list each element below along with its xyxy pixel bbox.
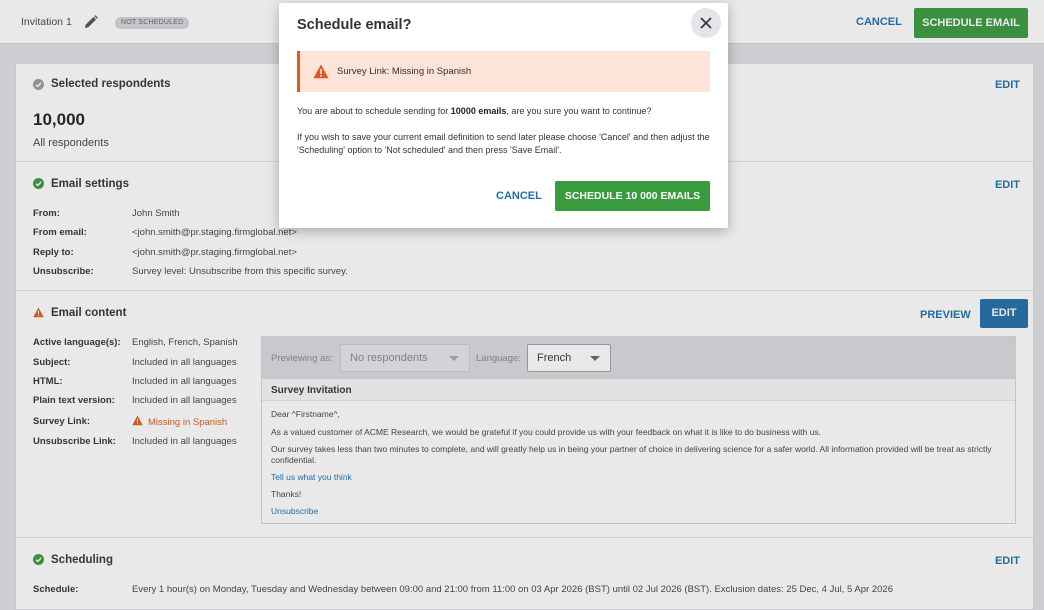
alert-message: Survey Link: Missing in Spanish — [337, 66, 472, 77]
close-icon — [700, 17, 712, 29]
message-part: , are you sure you want to continue? — [506, 106, 652, 116]
message-part: You are about to schedule sending for — [297, 106, 451, 116]
schedule-emails-button[interactable]: SCHEDULE 10 000 EMAILS — [555, 181, 710, 211]
email-count-text: 10000 emails — [450, 106, 507, 116]
dialog-cancel-button[interactable]: CANCEL — [496, 190, 542, 202]
dialog-message: You are about to schedule sending for 10… — [297, 105, 717, 118]
close-button[interactable] — [691, 8, 721, 38]
dialog-message-2: If you wish to save your current email d… — [297, 132, 710, 155]
warning-alert: Survey Link: Missing in Spanish — [297, 51, 710, 92]
schedule-email-dialog: Schedule email? Survey Link: Missing in … — [279, 3, 728, 228]
warning-icon — [313, 64, 329, 82]
dialog-title: Schedule email? — [297, 17, 412, 33]
